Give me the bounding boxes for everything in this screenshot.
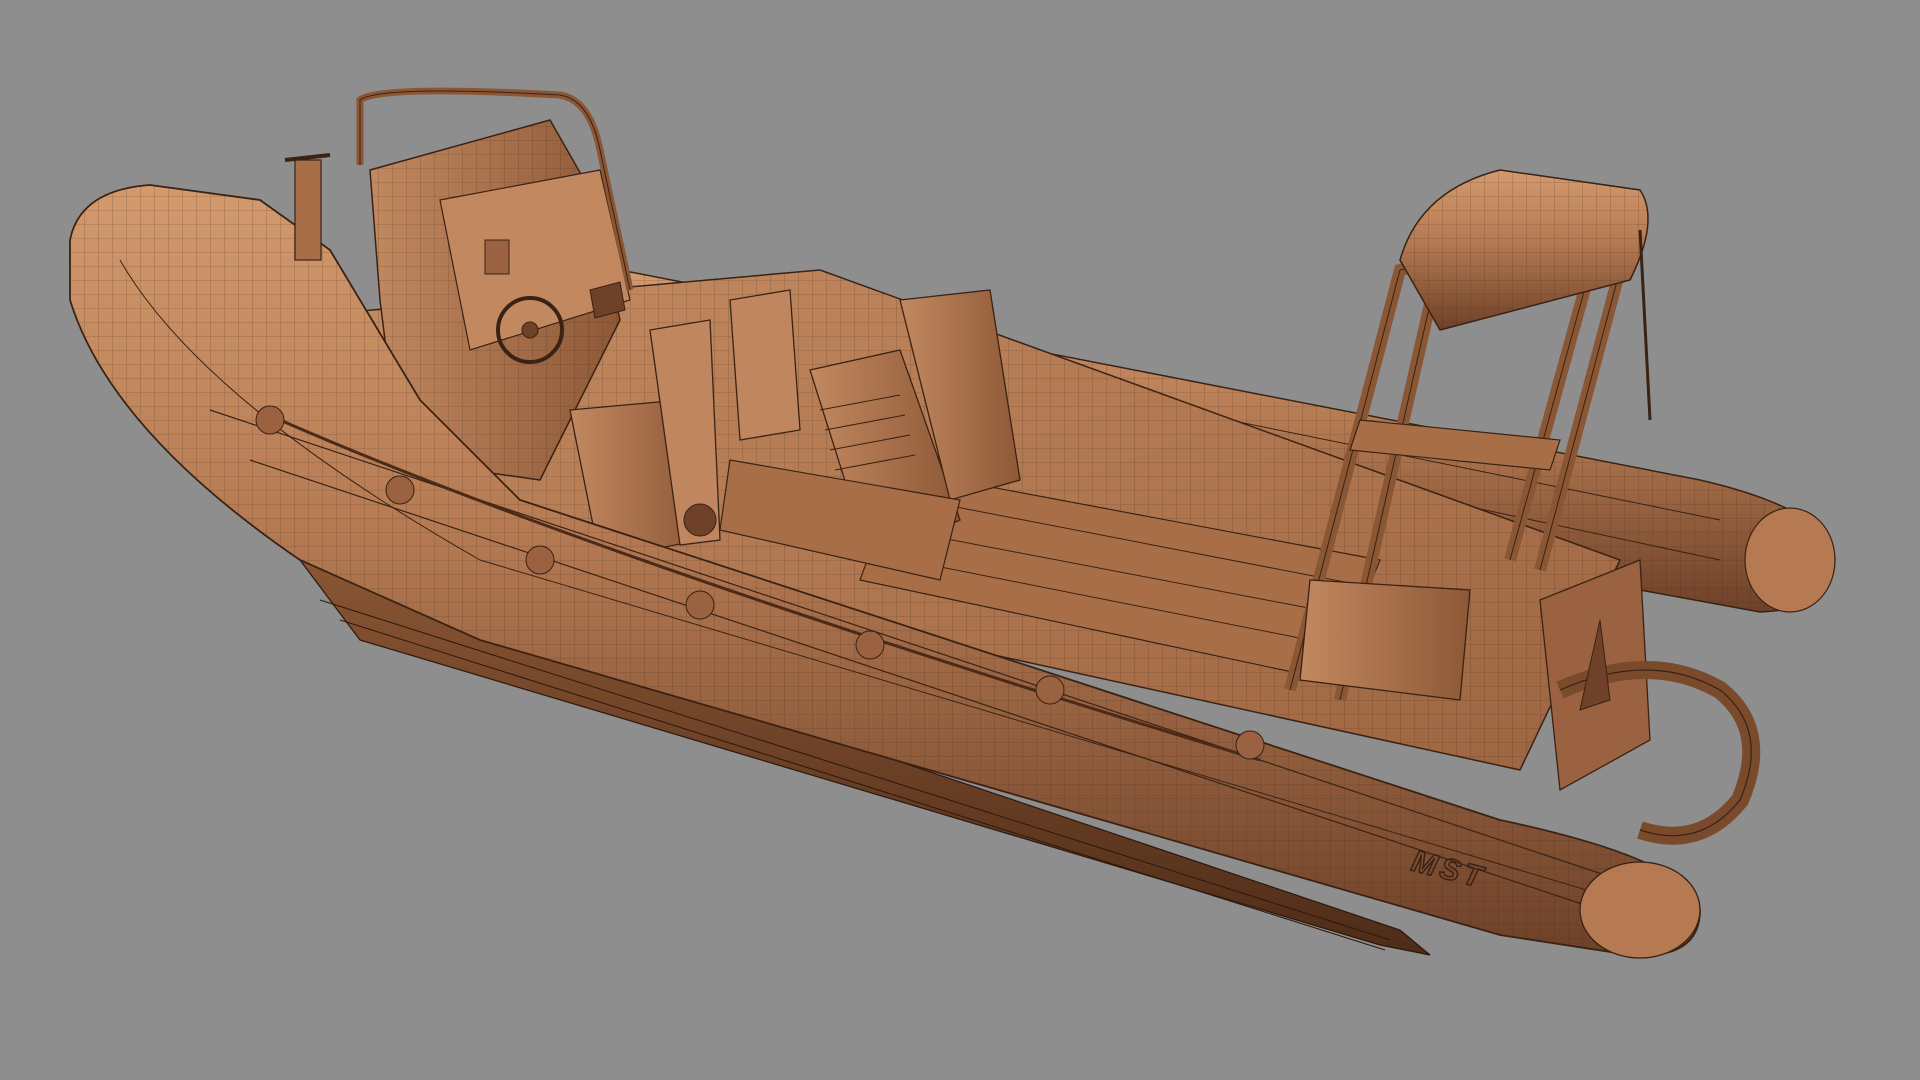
3d-viewport[interactable]: MST [0,0,1920,1080]
rib-boat-model: MST [69,87,1836,959]
